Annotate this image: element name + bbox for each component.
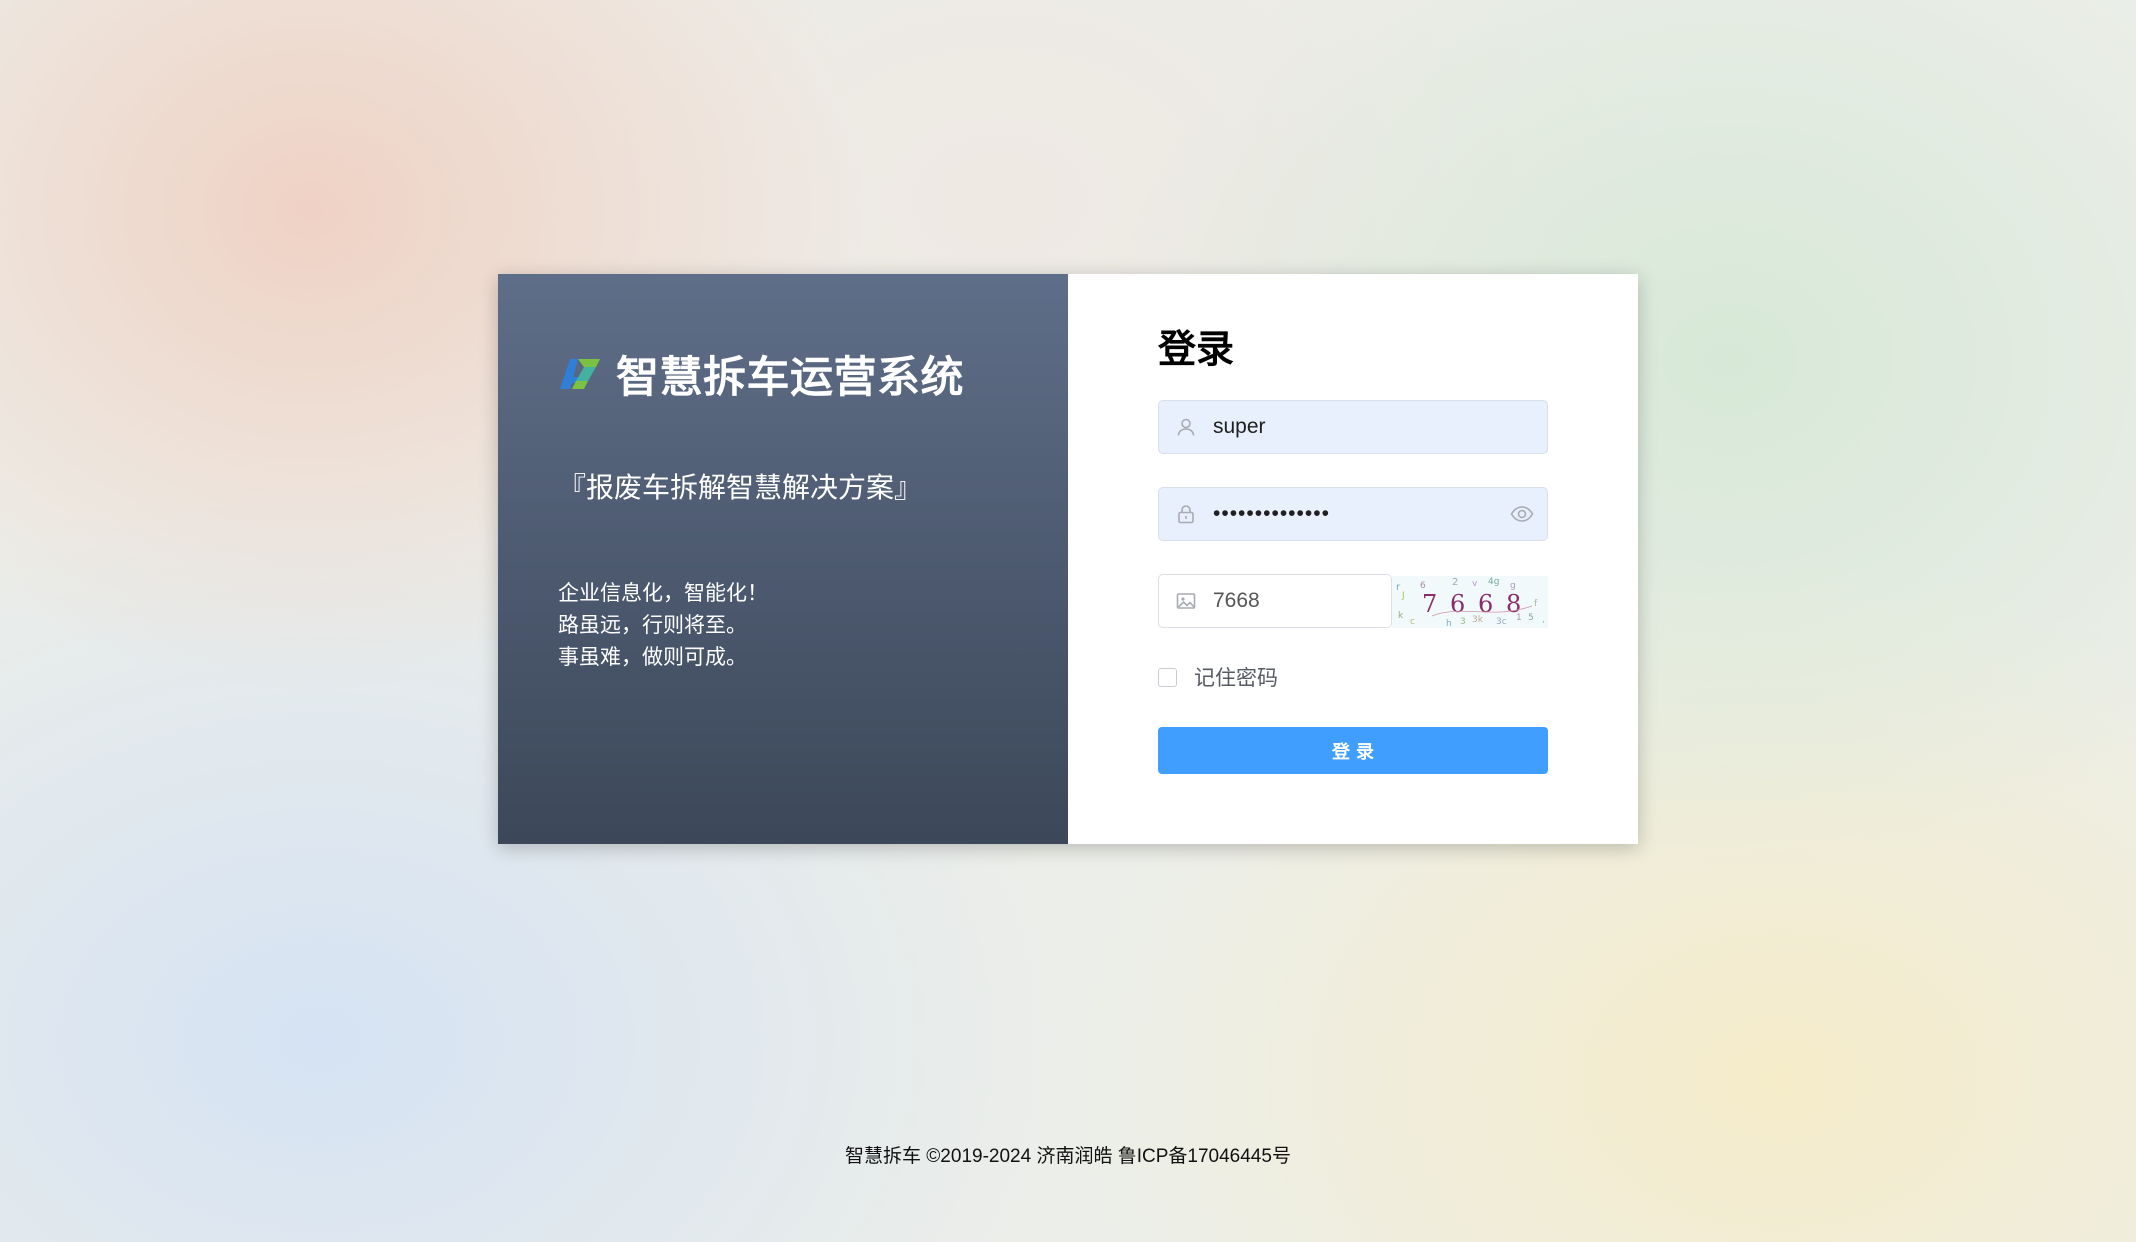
user-icon (1159, 401, 1213, 453)
brand-slogan: 『报废车拆解智慧解决方案』 (558, 472, 923, 503)
username-field[interactable] (1158, 400, 1548, 454)
svg-text:,: , (1542, 615, 1545, 625)
remember-label[interactable]: 记住密码 (1194, 662, 1278, 692)
svg-text:6: 6 (1478, 590, 1493, 618)
remember-checkbox[interactable] (1158, 667, 1177, 687)
login-button[interactable]: 登录 (1158, 727, 1548, 774)
svg-text:7: 7 (1422, 590, 1437, 618)
captcha-image[interactable]: r J 6 2 v 4g g k c h 3 3k 3c 1 5 f , 7 6… (1392, 576, 1548, 629)
svg-text:k: k (1398, 611, 1404, 621)
svg-text:v: v (1472, 579, 1478, 589)
brand-panel: 智慧拆车运营系统 『报废车拆解智慧解决方案』 企业信息化，智能化！ 路虽远，行则… (498, 274, 1068, 844)
svg-text:8: 8 (1506, 590, 1521, 618)
svg-text:4g: 4g (1488, 577, 1499, 587)
svg-text:c: c (1410, 617, 1415, 627)
svg-text:3c: 3c (1496, 617, 1507, 627)
brand-motto: 企业信息化，智能化！ 路虽远，行则将至。 事虽难，做则可成。 (558, 578, 1068, 674)
lock-icon (1159, 488, 1213, 540)
svg-text:6: 6 (1450, 590, 1465, 618)
image-icon (1159, 575, 1213, 627)
svg-text:5: 5 (1528, 613, 1534, 623)
svg-text:J: J (1401, 591, 1405, 601)
eye-icon[interactable] (1497, 488, 1547, 540)
username-input[interactable] (1213, 402, 1547, 452)
svg-text:3: 3 (1460, 617, 1466, 627)
footer-copyright: 智慧拆车 ©2019-2024 济南润皓 鲁ICP备17046445号 (845, 1146, 1291, 1167)
login-form: 登录 super •••••••••••••• 7668 r J 6 2 v 4… (1068, 274, 1638, 844)
captcha-input[interactable] (1213, 576, 1391, 626)
remember-row[interactable]: 记住密码 (1158, 662, 1278, 692)
motto-line: 路虽远，行则将至。 (558, 614, 747, 637)
svg-text:2: 2 (1452, 577, 1458, 588)
brand-header: 智慧拆车运营系统 (558, 346, 1068, 402)
brand-title: 智慧拆车运营系统 (616, 354, 964, 402)
password-input[interactable] (1213, 489, 1497, 539)
login-title: 登录 (1158, 329, 1235, 371)
password-field[interactable] (1158, 487, 1548, 541)
captcha-field[interactable] (1158, 574, 1392, 628)
login-card: 智慧拆车运营系统 『报废车拆解智慧解决方案』 企业信息化，智能化！ 路虽远，行则… (498, 274, 1638, 844)
motto-line: 事虽难，做则可成。 (558, 646, 747, 669)
motto-line: 企业信息化，智能化！ (558, 582, 768, 605)
svg-text:h: h (1446, 619, 1452, 628)
as-logo-icon (560, 359, 600, 389)
